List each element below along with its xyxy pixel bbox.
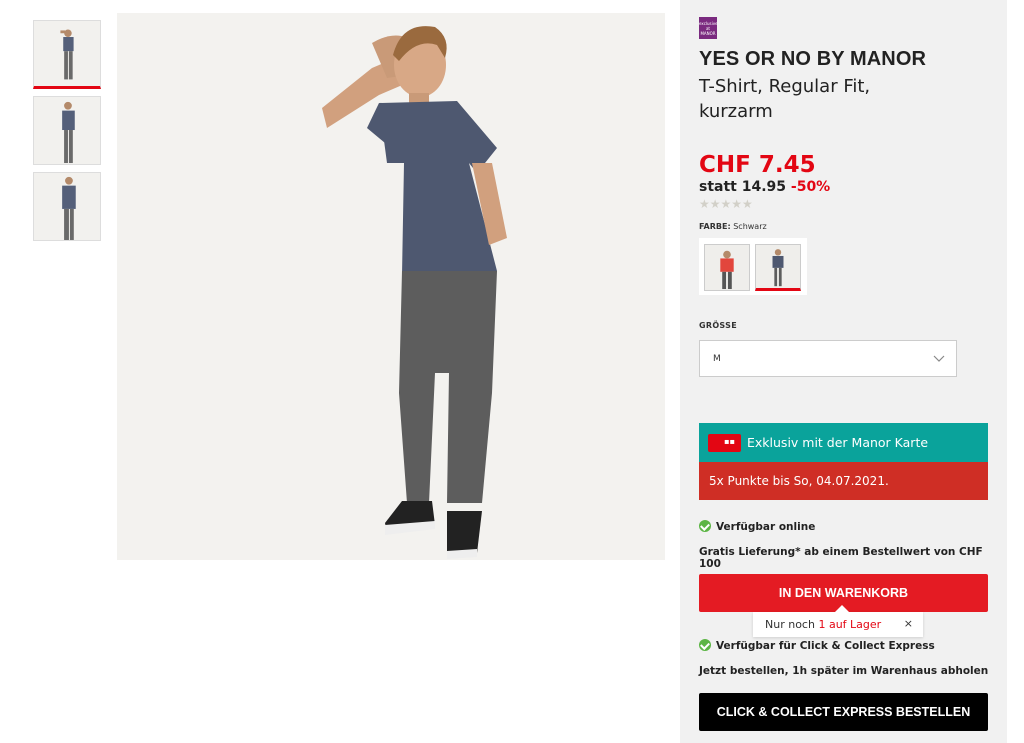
brand-name[interactable]: YES OR NO BY MANOR [699,48,926,71]
color-swatches [699,238,807,295]
product-main-image[interactable] [117,13,665,560]
old-price: statt 14.95 -50% [699,179,830,195]
points-banner: 5x Punkte bis So, 04.07.2021. [699,462,988,500]
click-collect-text: Verfügbar für Click & Collect Express [716,640,935,652]
online-availability: Verfügbar online [699,520,815,533]
stock-count: 1 auf Lager [818,618,882,631]
model-side-thumb [62,176,76,240]
click-collect-button[interactable]: CLICK & COLLECT EXPRESS BESTELLEN [699,693,988,731]
check-icon [699,520,711,532]
color-swatch-black[interactable] [755,244,801,291]
red-shirt-thumb [720,250,734,290]
product-title: T-Shirt, Regular Fit, kurzarm [699,76,871,122]
color-swatch-red[interactable] [704,244,750,291]
thumbnail-side[interactable] [33,172,101,241]
click-collect-availability: Verfügbar für Click & Collect Express [699,639,935,652]
size-label: GRÖSSE [699,321,737,330]
discount-badge: -50% [790,179,831,195]
pickup-info: Jetzt bestellen, 1h später im Warenhaus … [699,665,989,677]
color-value: Schwarz [733,222,767,231]
stock-prefix: Nur noch [765,618,815,631]
thumbnail-angle[interactable] [33,96,101,165]
old-price-value: statt 14.95 [699,179,787,195]
manor-card-icon: ▪▪ [708,434,741,452]
black-shirt-thumb [772,249,784,287]
thumbnail-gallery [33,20,101,248]
size-selected-value: M [713,354,721,364]
color-label-title: FARBE: [699,222,731,231]
stock-tooltip: Nur noch 1 auf Lager × [753,605,923,637]
manor-card-text: Exklusiv mit der Manor Karte [747,435,929,450]
model-angle-thumb [62,101,75,164]
size-select[interactable]: M [699,340,957,377]
manor-card-banner[interactable]: ▪▪ Exklusiv mit der Manor Karte [699,423,988,462]
delivery-info: Gratis Lieferung* ab einem Bestellwert v… [699,546,983,570]
close-icon[interactable]: × [904,617,913,630]
rating-stars[interactable]: ★★★★★ [699,197,753,211]
color-label: FARBE: Schwarz [699,222,767,231]
check-icon [699,639,711,651]
model-photo [322,26,507,559]
chevron-down-icon [933,355,945,362]
online-availability-text: Verfügbar online [716,521,816,533]
model-front-thumb [60,29,74,80]
current-price: CHF 7.45 [699,152,816,178]
thumbnail-front[interactable] [33,20,101,89]
brand-logo: exclusive at MANOR [699,17,718,39]
